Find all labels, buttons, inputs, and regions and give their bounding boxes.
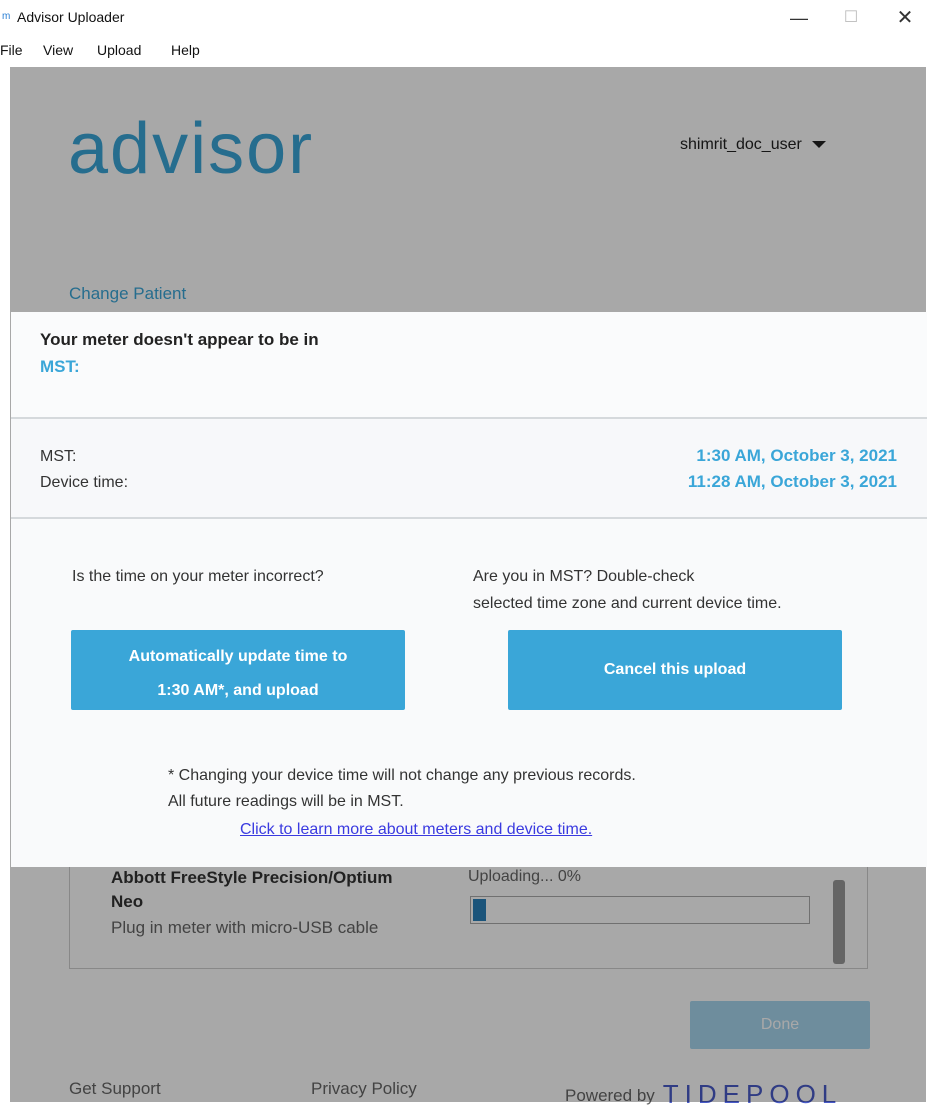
footnote-line-2: All future readings will be in MST. <box>168 793 404 810</box>
question-in-timezone-cont: selected time zone and current device ti… <box>473 595 782 612</box>
minimize-button[interactable]: — <box>776 4 822 32</box>
dialog-actions: Is the time on your meter incorrect? Are… <box>11 519 927 867</box>
menu-help[interactable]: Help <box>171 42 200 58</box>
title-bar: m Advisor Uploader — ☐ ✕ <box>0 0 928 36</box>
cancel-upload-button[interactable]: Cancel this upload <box>508 630 842 710</box>
maximize-button[interactable]: ☐ <box>828 4 874 32</box>
auto-update-time-button[interactable]: Automatically update time to 1:30 AM*, a… <box>71 630 405 710</box>
dialog-header: Your meter doesn't appear to be in MST: <box>11 312 927 419</box>
menu-upload[interactable]: Upload <box>97 42 141 58</box>
app-icon: m <box>2 11 11 22</box>
auto-update-label-2: 1:30 AM*, and upload <box>157 682 319 699</box>
timezone-time-value: 1:30 AM, October 3, 2021 <box>696 446 897 465</box>
menu-view[interactable]: View <box>43 42 73 58</box>
warning-text: Your meter doesn't appear to be in <box>40 330 319 349</box>
menu-bar: File View Upload Help <box>0 38 928 62</box>
menu-file[interactable]: File <box>0 42 23 58</box>
auto-update-label-1: Automatically update time to <box>128 648 348 665</box>
footnote-line-1: * Changing your device time will not cha… <box>168 767 636 784</box>
window-title: Advisor Uploader <box>17 9 125 25</box>
time-comparison: MST: Device time: 1:30 AM, October 3, 20… <box>11 419 927 519</box>
warning-timezone: MST: <box>40 357 80 376</box>
device-time-label: Device time: <box>40 474 129 491</box>
timezone-time-label: MST: <box>40 448 77 465</box>
learn-more-link[interactable]: Click to learn more about meters and dev… <box>240 821 592 839</box>
timezone-mismatch-dialog: Your meter doesn't appear to be in MST: … <box>11 312 927 867</box>
close-button[interactable]: ✕ <box>882 4 928 32</box>
question-incorrect-time: Is the time on your meter incorrect? <box>72 568 324 585</box>
question-in-timezone: Are you in MST? Double-check <box>473 568 695 585</box>
device-time-value: 11:28 AM, October 3, 2021 <box>687 472 897 491</box>
